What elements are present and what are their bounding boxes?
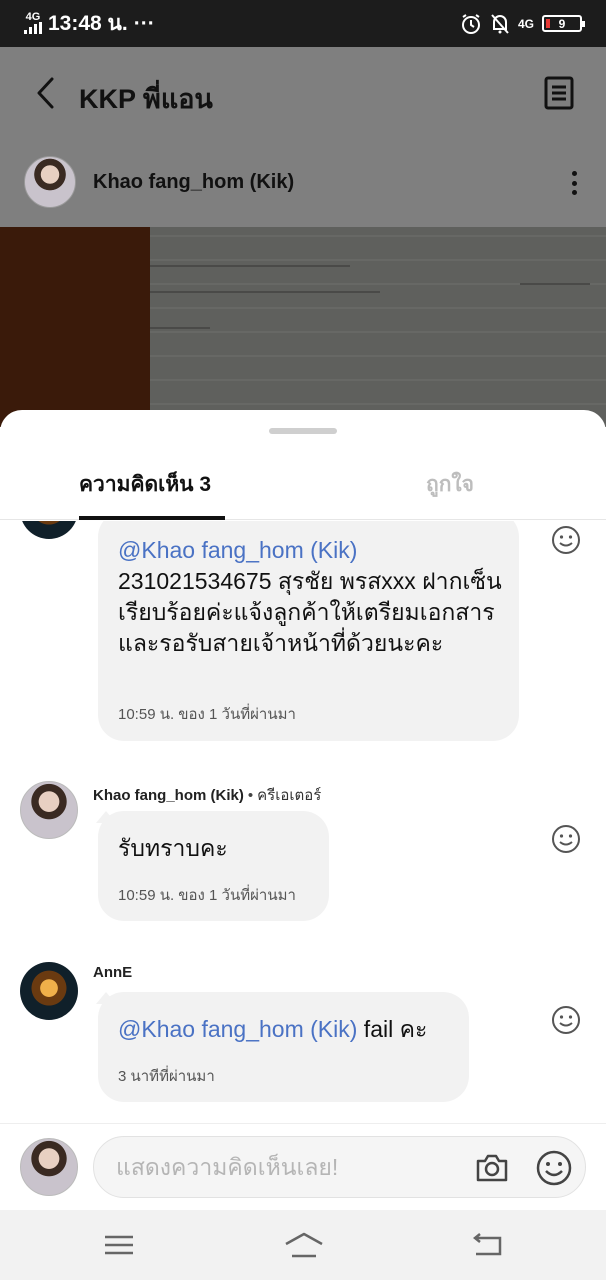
smiley-icon[interactable] <box>551 525 581 555</box>
alarm-icon <box>461 13 480 34</box>
more-options-button[interactable] <box>562 167 586 199</box>
creator-name[interactable]: Khao fang_hom (Kik) <box>93 171 294 194</box>
mute-bell-icon <box>491 13 509 34</box>
smiley-icon[interactable] <box>551 1005 581 1035</box>
tab-likes[interactable]: ถูกใจ <box>426 468 474 501</box>
emoji-icon <box>536 1150 572 1186</box>
tab-bar: ความคิดเห็น 3 ถูกใจ <box>0 450 606 520</box>
comment-body: fail คะ <box>357 1016 428 1042</box>
comment-time: 3 นาทีที่ผ่านมา <box>118 1068 215 1085</box>
comment-text: @Khao fang_hom (Kik) 231021534675 สุรชัย … <box>118 535 508 659</box>
my-avatar <box>20 1138 78 1196</box>
comment-text: รับทราบคะ <box>118 835 228 861</box>
post-image <box>0 227 606 427</box>
comment-input-bar <box>0 1123 606 1210</box>
more-vertical-icon <box>571 171 577 176</box>
author-name[interactable]: AnnE <box>93 964 132 981</box>
network-label: 4G <box>25 10 41 23</box>
emoji-button[interactable] <box>535 1149 573 1187</box>
commenter-avatar[interactable] <box>20 962 78 1020</box>
drag-handle[interactable] <box>269 428 337 434</box>
status-right: 4G 9 <box>460 13 585 35</box>
comment-body: 231021534675 สุรชัย พรสxxx ฝากเซ็นเรียบร… <box>118 568 502 656</box>
creator-badge: ครีเอเตอร์ <box>257 787 322 804</box>
status-more: ··· <box>133 11 155 35</box>
comment-author-line: Khao fang_hom (Kik) • ครีเอเตอร์ <box>93 783 321 807</box>
document-icon <box>544 76 574 110</box>
mention-link[interactable]: @Khao fang_hom (Kik) <box>118 537 357 563</box>
photo-line <box>520 283 590 285</box>
page-title: KKP พี่แอน <box>79 84 213 114</box>
commenter-avatar[interactable] <box>20 781 78 839</box>
creator-row[interactable]: Khao fang_hom (Kik) <box>0 151 606 215</box>
comments-list: @Khao fang_hom (Kik) 231021534675 สุรชัย … <box>0 521 606 1123</box>
chevron-left-icon <box>37 77 54 109</box>
post-header: KKP พี่แอน Khao fang_hom (Kik) <box>0 47 606 227</box>
back-button[interactable] <box>28 75 64 111</box>
back-nav-icon[interactable] <box>470 1228 506 1262</box>
camera-icon <box>476 1154 508 1182</box>
system-nav-bar <box>0 1210 606 1280</box>
comment-bubble: รับทราบคะ 10:59 น. ของ 1 วันที่ผ่านมา <box>98 811 329 921</box>
battery-level: 9 <box>558 16 566 31</box>
comment-input-pill[interactable] <box>93 1136 586 1198</box>
tab-underline <box>79 516 225 520</box>
nav-row: KKP พี่แอน <box>0 47 606 141</box>
more-dot <box>571 180 577 186</box>
document-photo <box>150 227 606 427</box>
commenter-avatar[interactable] <box>20 521 78 539</box>
document-button[interactable] <box>541 75 577 111</box>
net-type: 4G <box>517 16 534 31</box>
creator-avatar[interactable] <box>24 156 76 208</box>
smiley-icon[interactable] <box>551 824 581 854</box>
comment-input[interactable] <box>116 1137 456 1197</box>
tab-comments[interactable]: ความคิดเห็น 3 <box>79 468 211 501</box>
author-name[interactable]: Khao fang_hom (Kik) <box>93 787 244 804</box>
battery-icon: 9 <box>542 15 585 32</box>
status-left: 4G 13:48 น. ··· <box>24 7 155 40</box>
separator: • <box>247 787 254 804</box>
comment-time: 10:59 น. ของ 1 วันที่ผ่านมา <box>118 887 296 904</box>
photo-line <box>150 327 210 329</box>
mention-link[interactable]: @Khao fang_hom (Kik) <box>118 1016 357 1042</box>
photo-line <box>150 291 380 293</box>
comment-bubble: @Khao fang_hom (Kik) fail คะ 3 นาทีที่ผ่… <box>98 992 469 1102</box>
status-time: 13:48 น. <box>48 12 128 35</box>
photo-line <box>150 265 350 267</box>
more-dot <box>571 190 577 195</box>
comment-time: 10:59 น. ของ 1 วันที่ผ่านมา <box>118 706 296 723</box>
signal-icon: 4G <box>24 10 42 36</box>
home-icon[interactable] <box>284 1228 324 1262</box>
comment-text: @Khao fang_hom (Kik) fail คะ <box>118 1014 427 1045</box>
camera-button[interactable] <box>474 1150 510 1186</box>
menu-icon[interactable] <box>101 1228 137 1262</box>
comment-bubble: @Khao fang_hom (Kik) 231021534675 สุรชัย … <box>98 521 519 741</box>
comment-author-line: AnnE <box>93 964 132 981</box>
status-bar: 4G 13:48 น. ··· 4G 9 <box>0 0 606 47</box>
